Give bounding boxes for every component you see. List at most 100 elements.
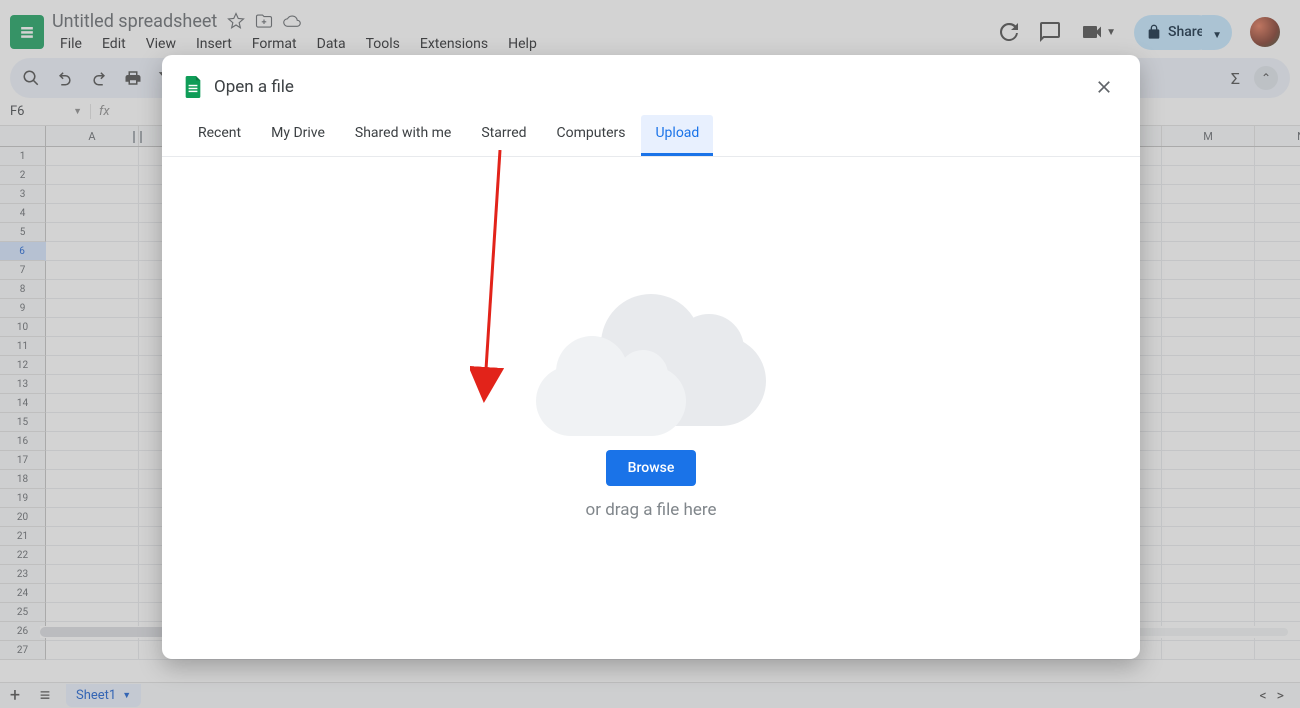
cell[interactable] <box>1255 603 1300 622</box>
undo-icon[interactable] <box>56 69 74 87</box>
scroll-sheets-right-icon[interactable]: > <box>1277 688 1284 704</box>
cell[interactable] <box>1255 641 1300 660</box>
menu-edit[interactable]: Edit <box>94 34 134 54</box>
cell[interactable] <box>1162 451 1255 470</box>
row-header[interactable]: 1 <box>0 147 46 166</box>
tab-upload[interactable]: Upload <box>641 115 713 156</box>
collapse-toolbar-icon[interactable]: ⌃ <box>1254 66 1278 90</box>
cell[interactable] <box>1255 584 1300 603</box>
column-header[interactable]: A <box>46 126 139 146</box>
cell[interactable] <box>1255 508 1300 527</box>
cell[interactable] <box>1162 470 1255 489</box>
upload-panel[interactable]: Browse or drag a file here <box>162 157 1140 659</box>
row-header[interactable]: 12 <box>0 356 46 375</box>
row-header[interactable]: 5 <box>0 223 46 242</box>
cell[interactable] <box>46 413 139 432</box>
row-header[interactable]: 14 <box>0 394 46 413</box>
cell[interactable] <box>46 584 139 603</box>
functions-icon[interactable]: Σ <box>1231 69 1240 88</box>
row-header[interactable]: 13 <box>0 375 46 394</box>
history-icon[interactable] <box>996 20 1020 44</box>
cell[interactable] <box>1162 546 1255 565</box>
cell[interactable] <box>46 337 139 356</box>
cell[interactable] <box>1162 242 1255 261</box>
menu-data[interactable]: Data <box>309 34 354 54</box>
cell[interactable] <box>46 432 139 451</box>
cell[interactable] <box>46 470 139 489</box>
cell[interactable] <box>46 147 139 166</box>
cell[interactable] <box>1255 242 1300 261</box>
cell[interactable] <box>46 603 139 622</box>
row-headers[interactable]: 1234567891011121314151617181920212223242… <box>0 147 46 660</box>
row-header[interactable]: 6 <box>0 242 46 261</box>
cell[interactable] <box>1255 565 1300 584</box>
cell[interactable] <box>1255 185 1300 204</box>
row-header[interactable]: 2 <box>0 166 46 185</box>
sheet-tab[interactable]: Sheet1 ▼ <box>66 684 141 707</box>
cell[interactable] <box>1255 261 1300 280</box>
cell[interactable] <box>1162 280 1255 299</box>
cell[interactable] <box>1162 356 1255 375</box>
cell[interactable] <box>46 451 139 470</box>
cell[interactable] <box>1255 299 1300 318</box>
row-header[interactable]: 27 <box>0 641 46 660</box>
cell[interactable] <box>46 299 139 318</box>
close-button[interactable] <box>1090 73 1118 101</box>
row-header[interactable]: 7 <box>0 261 46 280</box>
row-header[interactable]: 16 <box>0 432 46 451</box>
doc-title[interactable]: Untitled spreadsheet <box>52 11 217 32</box>
tab-starred[interactable]: Starred <box>467 115 540 156</box>
share-dropdown[interactable]: ▼ <box>1202 15 1232 50</box>
cell[interactable] <box>1162 489 1255 508</box>
row-header[interactable]: 25 <box>0 603 46 622</box>
cell[interactable] <box>46 242 139 261</box>
cell[interactable] <box>46 375 139 394</box>
tab-computers[interactable]: Computers <box>543 115 640 156</box>
menu-file[interactable]: File <box>52 34 90 54</box>
row-header[interactable]: 23 <box>0 565 46 584</box>
cell[interactable] <box>1162 375 1255 394</box>
cell[interactable] <box>1255 356 1300 375</box>
cell[interactable] <box>46 527 139 546</box>
cell[interactable] <box>1255 432 1300 451</box>
cell[interactable] <box>1162 527 1255 546</box>
column-header[interactable]: M <box>1162 126 1255 146</box>
browse-button[interactable]: Browse <box>606 450 697 486</box>
name-box[interactable]: F6 ▼ <box>0 104 90 119</box>
cell[interactable] <box>46 565 139 584</box>
meet-icon[interactable] <box>1080 20 1104 44</box>
cell[interactable] <box>1162 223 1255 242</box>
search-menus-icon[interactable] <box>22 69 40 87</box>
cell[interactable] <box>1255 318 1300 337</box>
cell[interactable] <box>1255 546 1300 565</box>
cell[interactable] <box>1162 337 1255 356</box>
cell[interactable] <box>1255 375 1300 394</box>
row-header[interactable]: 11 <box>0 337 46 356</box>
cell[interactable] <box>1162 185 1255 204</box>
row-header[interactable]: 18 <box>0 470 46 489</box>
cell[interactable] <box>1255 147 1300 166</box>
cell[interactable] <box>1162 508 1255 527</box>
cell[interactable] <box>1255 413 1300 432</box>
add-sheet-button[interactable]: + <box>0 685 30 706</box>
select-all-corner[interactable] <box>0 126 46 147</box>
menu-extensions[interactable]: Extensions <box>412 34 496 54</box>
cell[interactable] <box>1255 337 1300 356</box>
tab-recent[interactable]: Recent <box>184 115 255 156</box>
row-header[interactable]: 17 <box>0 451 46 470</box>
comments-icon[interactable] <box>1038 20 1062 44</box>
menu-help[interactable]: Help <box>500 34 545 54</box>
cell[interactable] <box>1162 147 1255 166</box>
cell[interactable] <box>1162 565 1255 584</box>
tab-my-drive[interactable]: My Drive <box>257 115 339 156</box>
cell[interactable] <box>46 204 139 223</box>
menu-view[interactable]: View <box>138 34 184 54</box>
cell[interactable] <box>1255 280 1300 299</box>
menu-format[interactable]: Format <box>244 34 305 54</box>
cell[interactable] <box>1255 470 1300 489</box>
cell[interactable] <box>46 394 139 413</box>
row-header[interactable]: 22 <box>0 546 46 565</box>
menu-tools[interactable]: Tools <box>358 34 408 54</box>
menu-insert[interactable]: Insert <box>188 34 240 54</box>
cell[interactable] <box>46 356 139 375</box>
